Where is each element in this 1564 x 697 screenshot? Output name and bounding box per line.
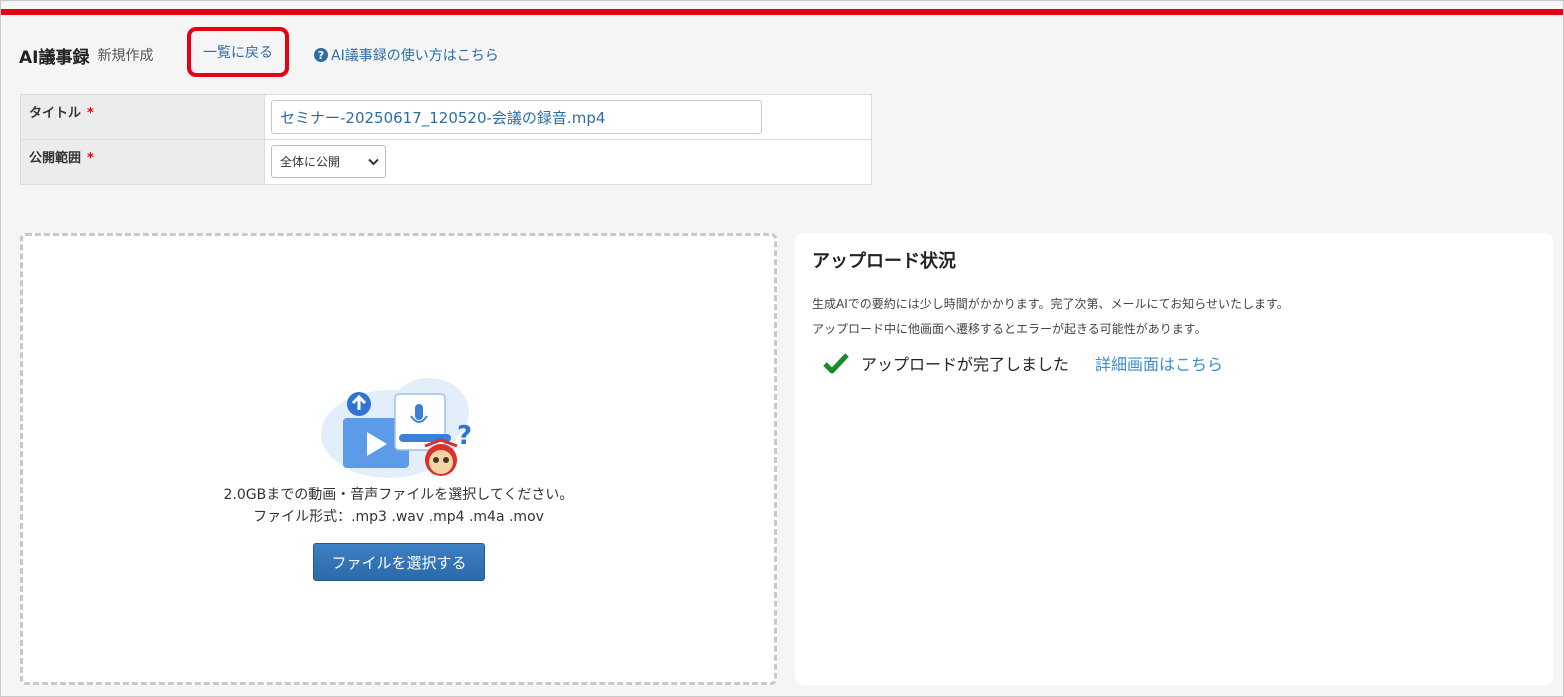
back-to-list-link[interactable]: 一覧に戻る	[203, 42, 273, 62]
page-header: AI議事録 新規作成	[19, 41, 153, 69]
upload-status-panel: アップロード状況 生成AIでの要約には少し時間がかかります。完了次第、メールにて…	[795, 233, 1553, 685]
detail-link[interactable]: 詳細画面はこちら	[1095, 351, 1223, 375]
scope-row: 公開範囲 * 全体に公開	[20, 139, 872, 185]
title-input[interactable]	[271, 100, 762, 134]
file-dropzone[interactable]: ? 2.0GBまでの動画・音声ファイルを選択してください。 ファイル形式：.mp…	[20, 233, 777, 685]
title-label: タイトル	[29, 106, 82, 121]
scope-selected-value: 全体に公開	[280, 155, 341, 169]
question-circle-icon: ?	[314, 48, 328, 62]
scope-select[interactable]: 全体に公開	[271, 145, 386, 178]
scope-label-cell: 公開範囲 *	[20, 139, 265, 185]
scope-field-cell: 全体に公開	[264, 139, 872, 185]
title-field-cell	[264, 94, 872, 140]
title-row: タイトル *	[20, 94, 872, 140]
back-link-highlight: 一覧に戻る	[187, 27, 289, 77]
required-mark: *	[87, 106, 94, 121]
app-frame: AI議事録 新規作成 一覧に戻る ? AI議事録の使い方はこちら タイトル * 公…	[0, 0, 1564, 697]
select-file-button[interactable]: ファイルを選択する	[313, 543, 485, 581]
dropzone-instruction: 2.0GBまでの動画・音声ファイルを選択してください。	[223, 487, 574, 503]
status-note-warning: アップロード中に他画面へ遷移するとエラーが起きる可能性があります。	[812, 322, 1207, 336]
title-label-cell: タイトル *	[20, 94, 265, 140]
upload-illustration-icon: ?	[321, 378, 472, 478]
required-mark: *	[87, 151, 94, 166]
dropzone-formats: ファイル形式：.mp3 .wav .mp4 .m4a .mov	[253, 509, 544, 525]
page-title: AI議事録	[19, 47, 90, 68]
status-title: アップロード状況	[812, 251, 956, 272]
status-note-summary: 生成AIでの要約には少し時間がかかります。完了次第、メールにてお知らせいたします…	[812, 297, 1289, 311]
meta-form: タイトル * 公開範囲 * 全体に公開	[20, 94, 872, 185]
upload-complete-text: アップロードが完了しました	[861, 355, 1070, 374]
help-link[interactable]: AI議事録の使い方はこちら	[331, 45, 499, 65]
help-link-wrap[interactable]: ? AI議事録の使い方はこちら	[314, 45, 499, 65]
page-subtitle: 新規作成	[97, 48, 154, 64]
scope-label: 公開範囲	[29, 151, 82, 166]
top-accent-bar	[1, 9, 1563, 15]
svg-text:?: ?	[457, 421, 472, 451]
check-icon	[823, 353, 849, 374]
upload-complete-row: アップロードが完了しました 詳細画面はこちら	[823, 351, 1223, 375]
chevron-down-icon	[368, 158, 379, 165]
